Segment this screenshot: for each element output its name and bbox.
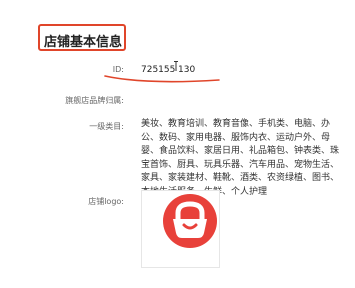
category-label: 一级类目: [89,122,124,131]
logo-label: 店铺logo: [88,197,124,206]
red-underline-annotation [104,75,220,83]
store-logo-frame[interactable] [141,190,220,268]
section-title: 店铺基本信息 [44,35,123,50]
brand-label: 旗舰店品牌归属: [65,96,124,105]
store-info-page: 店铺基本信息 ID: 725155 130 旗舰店品牌归属: 一级类目: 美妆、… [0,0,355,288]
shopping-basket-logo-icon [163,194,217,248]
category-value: 美妆、教育培训、教育音像、手机类、电脑、办公、数码、家用电器、服饰内衣、运动户外… [141,119,340,197]
